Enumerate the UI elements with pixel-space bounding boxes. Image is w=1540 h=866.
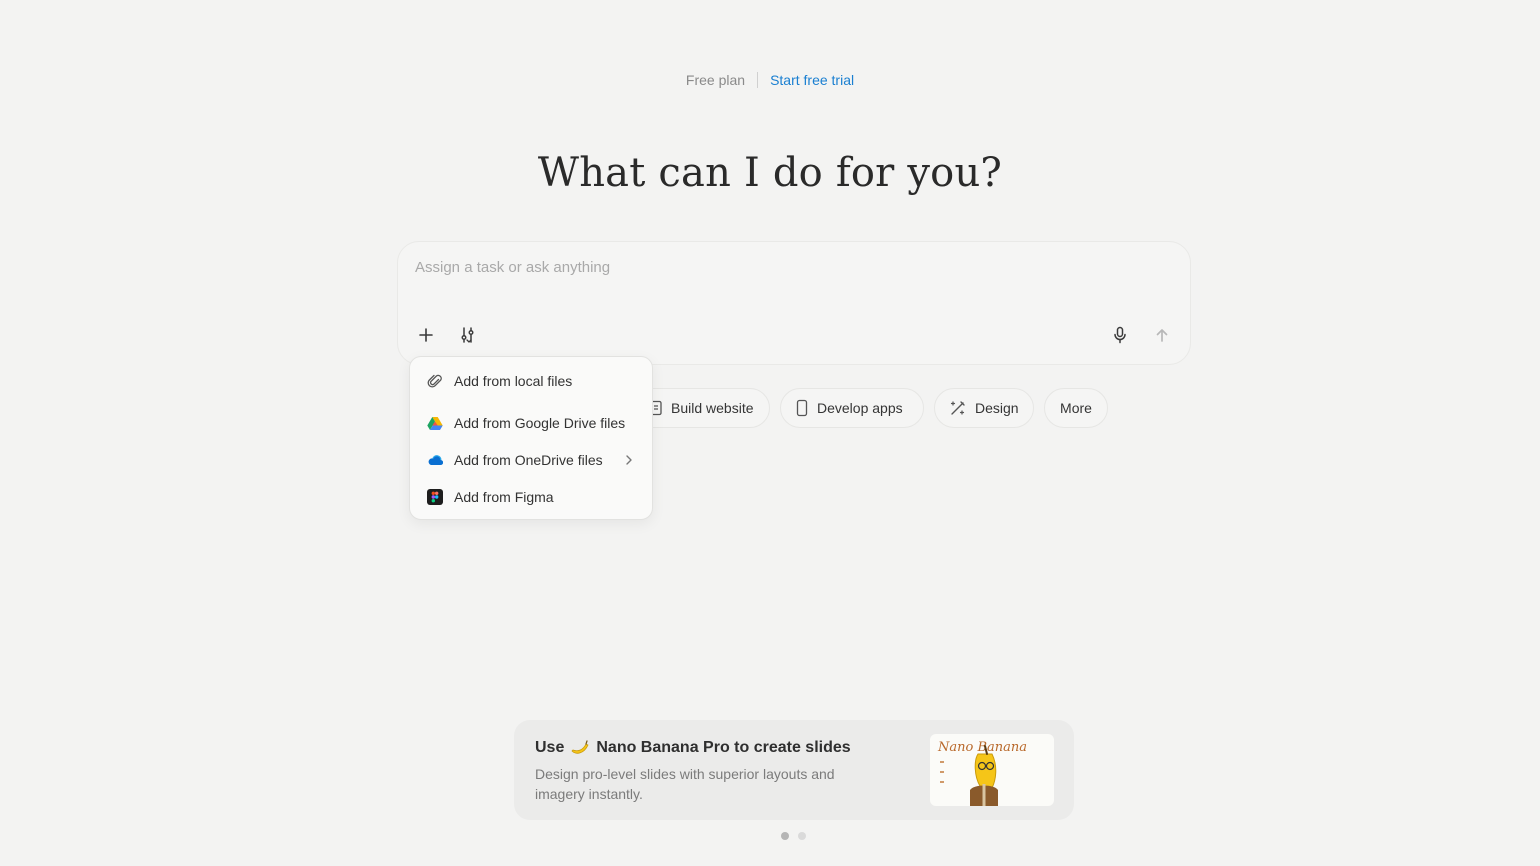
menu-item-label: Add from OneDrive files — [454, 452, 603, 468]
menu-item-google-drive[interactable]: Add from Google Drive files — [418, 407, 644, 439]
design-label: Design — [975, 400, 1019, 416]
build-website-label: Build website — [671, 400, 754, 416]
page-title: What can I do for you? — [537, 150, 1003, 196]
figma-icon — [426, 488, 444, 506]
task-composer — [397, 241, 1191, 365]
plan-bar: Free plan Start free trial — [0, 70, 1540, 90]
carousel-dot-1[interactable] — [781, 832, 789, 840]
add-attachment-button[interactable] — [412, 321, 440, 349]
promo-title-suffix: Nano Banana Pro to create slides — [596, 739, 851, 756]
free-plan-label: Free plan — [685, 72, 746, 88]
promo-description: Design pro-level slides with superior la… — [535, 766, 835, 802]
tools-icon — [461, 327, 474, 343]
design-wand-icon — [950, 401, 965, 415]
menu-item-label: Add from Google Drive files — [454, 415, 626, 431]
arrow-up-icon — [1156, 329, 1168, 342]
banana-icon — [570, 739, 590, 757]
promo-title: Use Nano Banana Pro to create slides — [535, 739, 851, 757]
microphone-icon — [1114, 326, 1126, 344]
menu-item-onedrive[interactable]: Add from OneDrive files — [418, 444, 644, 476]
task-input[interactable] — [413, 258, 1157, 277]
promo-thumbnail: Nano Banana — [930, 734, 1054, 806]
design-button[interactable]: Design — [934, 388, 1034, 428]
onedrive-icon — [426, 451, 444, 469]
start-free-trial-link[interactable]: Start free trial — [770, 72, 854, 88]
tools-button[interactable] — [454, 321, 482, 349]
develop-apps-button[interactable]: Develop apps — [780, 388, 924, 428]
menu-item-local-files[interactable]: Add from local files — [418, 365, 644, 397]
plus-icon — [419, 328, 433, 342]
promo-banner[interactable]: Use Nano Banana Pro to create slides Des… — [514, 720, 1074, 820]
phone-icon — [796, 399, 808, 417]
menu-item-label: Add from Figma — [454, 489, 554, 505]
attach-menu: Add from local files Add from Google Dri… — [409, 356, 653, 520]
divider — [757, 72, 759, 88]
menu-item-label: Add from local files — [454, 373, 573, 389]
more-button[interactable]: More — [1044, 388, 1108, 428]
banana-character-illustration — [940, 745, 998, 806]
chevron-right-icon — [624, 453, 634, 470]
carousel-dot-2[interactable] — [798, 832, 806, 840]
menu-item-figma[interactable]: Add from Figma — [418, 481, 644, 513]
develop-apps-label: Develop apps — [817, 400, 903, 416]
send-button[interactable] — [1148, 321, 1176, 349]
promo-title-prefix: Use — [535, 739, 565, 756]
voice-input-button[interactable] — [1106, 321, 1134, 349]
google-drive-icon — [426, 414, 444, 432]
carousel-dots — [781, 832, 806, 840]
more-label: More — [1060, 400, 1092, 416]
paperclip-icon — [426, 372, 444, 390]
